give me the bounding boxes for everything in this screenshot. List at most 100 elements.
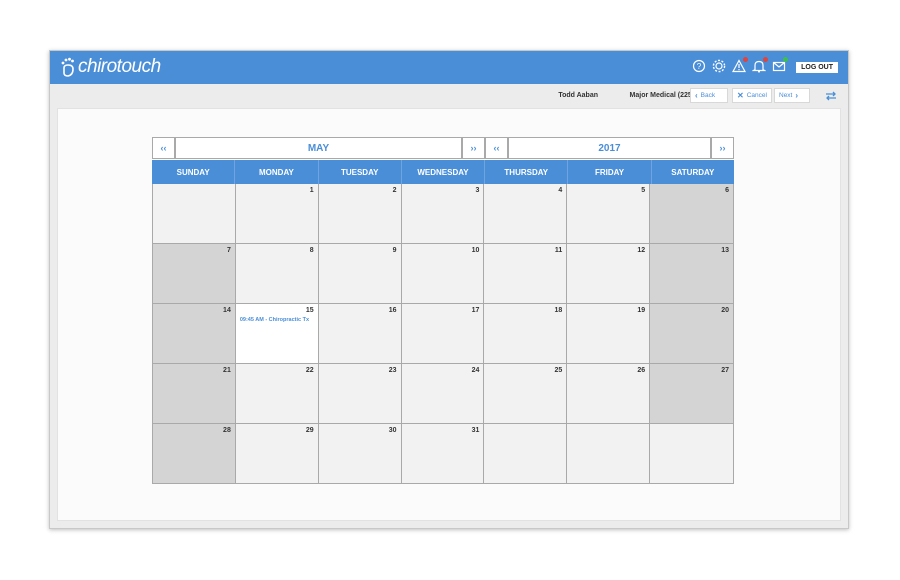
day-number: 24 [471,367,480,374]
day-number: 15 [305,307,314,314]
cancel-button[interactable]: ✕ Cancel [732,88,772,103]
weekday-monday: MONDAY [234,160,317,184]
day-cell[interactable]: 8 [235,244,319,304]
day-cell[interactable]: 1 [235,184,319,244]
day-cell[interactable]: 3 [401,184,485,244]
toolbar-icons: ? [692,57,788,73]
day-number: 23 [388,367,397,374]
day-cell[interactable]: 6 [650,184,733,244]
brand-logo: chirotouch [60,56,161,78]
brand-name: chirotouch [78,56,161,77]
weekday-saturday: SATURDAY [650,160,734,184]
day-cell[interactable]: 14 [153,304,236,364]
day-cell[interactable]: 25 [484,364,568,424]
day-cell[interactable]: 20 [650,304,733,364]
day-number: 5 [641,187,646,194]
day-cell[interactable]: 24 [401,364,485,424]
gear-icon[interactable] [712,59,726,73]
day-cell[interactable]: 30 [318,424,402,483]
day-cell[interactable]: 15 09:45 AM - Chiropractic Tx [235,304,319,364]
day-cell[interactable]: 29 [235,424,319,483]
day-number: 8 [309,247,314,254]
day-number: 22 [305,367,314,374]
day-cell[interactable]: 31 [401,424,485,483]
day-number: 6 [725,187,729,194]
next-label: Next [779,92,793,99]
mail-indicator-dot [783,57,788,62]
next-year-button[interactable]: ›› [711,137,734,159]
day-cell[interactable]: 18 [484,304,568,364]
day-number: 25 [554,367,563,374]
day-cell[interactable]: 22 [235,364,319,424]
chevron-right-icon: › [795,91,799,100]
day-cell[interactable]: 21 [153,364,236,424]
svg-text:?: ? [697,62,702,71]
empty-day-cell [567,424,651,483]
year-label[interactable]: 2017 [508,137,711,159]
logout-button[interactable]: LOG OUT [796,62,838,73]
empty-day-cell [153,184,236,244]
cancel-label: Cancel [746,92,767,99]
app-window: chirotouch ? LOG OUT Todd Aaban Major Me… [49,50,849,529]
appointment-entry[interactable]: 09:45 AM - Chiropractic Tx [240,317,309,323]
warning-icon[interactable] [732,57,748,73]
day-number: 14 [223,307,231,314]
day-cell[interactable]: 27 [650,364,733,424]
day-cell[interactable]: 9 [318,244,402,304]
weekday-sunday: SUNDAY [176,167,210,177]
calendar-grid: 1 2 3 4 5 6 7 8 9 10 11 12 13 14 15 09:45 AM - Chiropra… [152,184,734,484]
weekday-wednesday: WEDNESDAY [400,160,484,184]
day-cell[interactable]: 28 [153,424,236,483]
warning-indicator-dot [743,57,748,62]
weekday-friday: FRIDAY [567,160,650,184]
notification-indicator-dot [763,57,768,62]
mail-icon[interactable] [772,57,788,73]
day-number: 21 [223,367,231,374]
hand-logo-icon [61,57,74,77]
day-number: 18 [554,307,563,314]
day-cell[interactable]: 4 [484,184,568,244]
day-cell[interactable]: 19 [567,304,651,364]
day-number: 29 [305,427,314,434]
day-number: 3 [475,187,480,194]
day-number: 19 [637,307,646,314]
day-cell[interactable]: 26 [567,364,651,424]
day-cell[interactable]: 23 [318,364,402,424]
help-icon[interactable]: ? [692,59,706,73]
day-cell[interactable]: 2 [318,184,402,244]
back-label: Back [700,92,716,99]
day-number: 26 [637,367,646,374]
bell-icon[interactable] [752,57,768,73]
day-number: 31 [471,427,480,434]
back-button[interactable]: ‹ Back [690,88,728,103]
next-button[interactable]: Next › [774,88,810,103]
prev-month-button[interactable]: ‹‹ [152,137,175,159]
day-cell[interactable]: 16 [318,304,402,364]
day-number: 2 [392,187,397,194]
calendar-panel: ‹‹ MAY ›› ‹‹ 2017 ›› SUNDAY MONDAY TUESD… [57,108,841,521]
prev-year-button[interactable]: ‹‹ [485,137,508,159]
day-number: 10 [471,247,480,254]
month-label[interactable]: MAY [175,137,462,159]
insurance-label: Major Medical (2259) [629,92,698,99]
day-cell[interactable]: 5 [567,184,651,244]
day-number: 28 [223,427,231,434]
patient-subbar: Todd Aaban Major Medical (2259) ‹ Back ✕… [50,84,848,108]
close-icon: ✕ [737,91,744,100]
day-cell[interactable]: 12 [567,244,651,304]
day-number: 4 [558,187,563,194]
next-month-button[interactable]: ›› [462,137,485,159]
day-number: 16 [388,307,397,314]
day-cell[interactable]: 17 [401,304,485,364]
day-number: 9 [392,247,397,254]
chevron-left-icon: ‹ [695,91,698,100]
day-cell[interactable]: 13 [650,244,733,304]
day-cell[interactable]: 10 [401,244,485,304]
day-cell[interactable]: 7 [153,244,236,304]
swap-icon[interactable] [824,89,838,103]
top-bar: chirotouch ? LOG OUT [50,51,848,84]
day-number: 13 [721,247,729,254]
patient-name: Todd Aaban [558,92,598,99]
day-cell[interactable]: 11 [484,244,568,304]
weekday-header: SUNDAY MONDAY TUESDAY WEDNESDAY THURSDAY… [152,160,734,184]
